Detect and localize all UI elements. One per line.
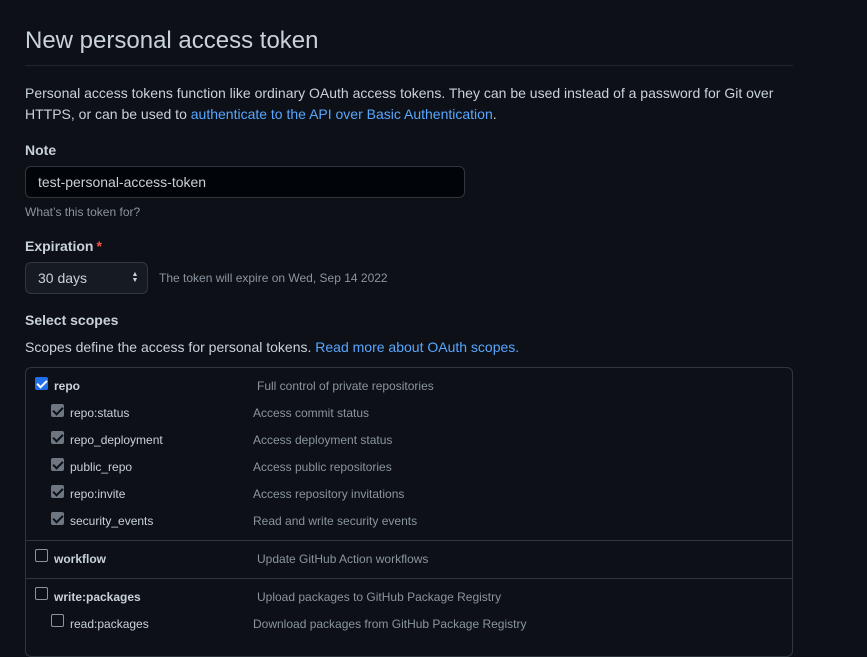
note-hint: What’s this token for? (25, 205, 141, 219)
expiration-label: Expiration * (25, 238, 102, 254)
scope-name-repo-status: repo:status (70, 406, 130, 420)
note-label: Note (25, 142, 57, 158)
expiration-label-text: Expiration (25, 238, 94, 254)
scope-name-read-packages: read:packages (70, 617, 149, 631)
checkbox-workflow[interactable] (35, 549, 48, 562)
scope-group-write-packages: write:packages Upload packages to GitHub… (26, 579, 792, 656)
scope-name-repo-deployment: repo_deployment (70, 433, 163, 447)
checkbox-write-packages[interactable] (35, 587, 48, 600)
oauth-scopes-link[interactable]: Read more about OAuth scopes. (315, 339, 519, 355)
scopes-description: Scopes define the access for personal to… (25, 339, 519, 355)
scope-row-repo: repo Full control of private repositorie… (26, 374, 792, 401)
scope-row-repo-invite: repo:invite Access repository invitation… (26, 482, 792, 509)
scope-desc-repo: Full control of private repositories (257, 379, 434, 393)
scope-row-workflow: workflow Update GitHub Action workflows (26, 546, 792, 573)
scope-group-repo: repo Full control of private repositorie… (26, 368, 792, 541)
scope-name-workflow: workflow (54, 552, 107, 566)
scope-row-repo-status: repo:status Access commit status (26, 401, 792, 428)
scopes-label: Select scopes (25, 312, 119, 328)
scope-name-security-events: security_events (70, 514, 154, 528)
select-arrows-icon: ▲ ▼ (131, 271, 139, 284)
scope-desc-repo-invite: Access repository invitations (253, 487, 405, 501)
scope-name-repo-invite: repo:invite (70, 487, 126, 501)
scope-desc-public-repo: Access public repositories (253, 460, 392, 474)
scope-desc-security-events: Read and write security events (253, 514, 418, 528)
intro-paragraph: Personal access tokens function like ord… (25, 83, 793, 125)
scope-desc-write-packages: Upload packages to GitHub Package Regist… (257, 590, 502, 604)
scopes-list: repo Full control of private repositorie… (25, 367, 793, 657)
scope-row-public-repo: public_repo Access public repositories (26, 455, 792, 482)
intro-text-end: . (492, 106, 497, 122)
checkbox-public-repo[interactable] (51, 458, 64, 471)
expiration-select[interactable]: 30 days ▲ ▼ (25, 262, 148, 294)
checkbox-repo-invite[interactable] (51, 485, 64, 498)
note-input[interactable]: test-personal-access-token (25, 166, 465, 198)
scope-desc-repo-deployment: Access deployment status (253, 433, 393, 447)
scope-name-public-repo: public_repo (70, 460, 133, 474)
scope-row-security-events: security_events Read and write security … (26, 509, 792, 536)
expiration-selected-value: 30 days (38, 270, 88, 286)
scope-desc-read-packages: Download packages from GitHub Package Re… (253, 617, 527, 631)
scope-row-read-packages: read:packages Download packages from Git… (26, 611, 792, 638)
scope-desc-workflow: Update GitHub Action workflows (257, 552, 429, 566)
checkbox-repo-status[interactable] (51, 404, 64, 417)
title-divider (25, 65, 793, 66)
scope-name-write-packages: write:packages (54, 590, 141, 604)
checkbox-security-events[interactable] (51, 512, 64, 525)
scope-group-workflow: workflow Update GitHub Action workflows (26, 541, 792, 579)
expiration-note: The token will expire on Wed, Sep 14 202… (159, 271, 388, 285)
checkbox-read-packages[interactable] (51, 614, 64, 627)
scope-row-repo-deployment: repo_deployment Access deployment status (26, 428, 792, 455)
scope-name-repo: repo (54, 379, 81, 393)
page-title: New personal access token (25, 27, 319, 54)
checkbox-repo[interactable] (35, 377, 48, 390)
basic-auth-link[interactable]: authenticate to the API over Basic Authe… (191, 106, 493, 122)
checkbox-repo-deployment[interactable] (51, 431, 64, 444)
scope-row-write-packages: write:packages Upload packages to GitHub… (26, 584, 792, 611)
scope-desc-repo-status: Access commit status (253, 406, 370, 420)
scopes-description-text: Scopes define the access for personal to… (25, 339, 316, 355)
required-marker: * (96, 238, 102, 254)
